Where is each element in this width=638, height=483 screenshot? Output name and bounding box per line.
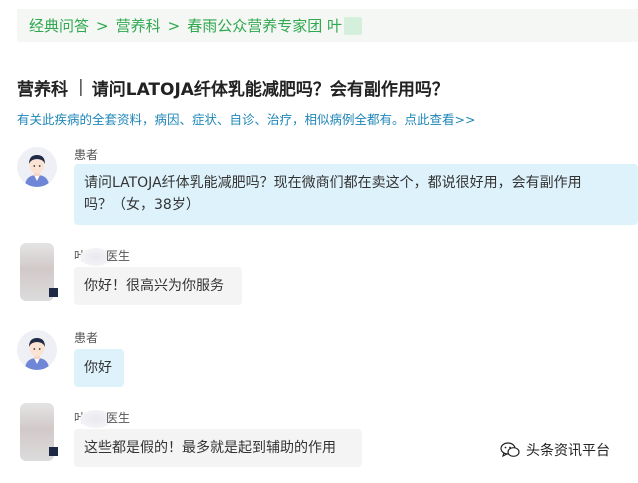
breadcrumb-item-team[interactable]: 春雨公众营养专家团 叶 xyxy=(187,15,342,36)
sender-name: 患者 xyxy=(74,331,99,345)
breadcrumb-separator: > xyxy=(96,16,109,35)
message-text: 这些都是假的！最多就是起到辅助的作用 xyxy=(84,440,336,456)
blurred-name-mask xyxy=(343,16,362,35)
patient-message-bubble: 你好 xyxy=(74,349,124,387)
doctor-name: 叶医生 xyxy=(74,247,130,266)
patient-avatar-icon xyxy=(17,147,57,187)
breadcrumb-separator: > xyxy=(167,16,181,35)
breadcrumb: 经典问答 > 营养科 > 春雨公众营养专家团 叶 xyxy=(17,9,638,42)
question-title: 请问LATOJA纤体乳能减肥吗？会有副作用吗？ xyxy=(91,79,449,100)
patient-message-bubble: 请问LATOJA纤体乳能减肥吗？现在微商们都在卖这个，都说很好用，会有副作用 吗… xyxy=(74,164,638,225)
patient-avatar xyxy=(17,147,57,187)
department-label: 营养科 xyxy=(17,79,68,100)
doctor-message-bubble: 你好！很高兴为你服务 xyxy=(74,267,242,305)
breadcrumb-item-department[interactable]: 营养科 xyxy=(116,15,161,36)
doctor-avatar xyxy=(20,403,58,461)
breadcrumb-item-qa[interactable]: 经典问答 xyxy=(29,15,89,36)
doctor-message-bubble: 这些都是假的！最多就是起到辅助的作用 xyxy=(74,429,362,467)
doctor-avatar xyxy=(20,243,58,301)
message-text: 你好！很高兴为你服务 xyxy=(84,278,224,294)
doctor-badge-icon xyxy=(49,288,58,297)
page-title: 营养科 | 请问LATOJA纤体乳能减肥吗？会有副作用吗？ xyxy=(17,74,449,100)
related-info-link[interactable]: 有关此疾病的全套资料，病因、症状、自诊、治疗，相似病例全都有。点此查看>> xyxy=(17,109,475,128)
watermark-text: 头条资讯平台 xyxy=(526,443,610,459)
wechat-icon xyxy=(500,442,520,458)
doctor-badge-icon xyxy=(49,447,58,456)
source-watermark: 头条资讯平台 xyxy=(500,440,610,460)
title-divider: | xyxy=(78,77,84,97)
doctor-name: 叶医生 xyxy=(74,409,130,428)
sender-name: 患者 xyxy=(74,148,99,162)
message-text-line: 吗？（女，38岁） xyxy=(84,197,200,213)
message-text: 你好 xyxy=(84,360,112,376)
patient-avatar-icon xyxy=(17,330,57,370)
message-text-line: 请问LATOJA纤体乳能减肥吗？现在微商们都在卖这个，都说很好用，会有副作用 xyxy=(84,175,582,191)
doctor-name-suffix: 医生 xyxy=(106,411,131,425)
patient-avatar xyxy=(17,330,57,370)
doctor-name-suffix: 医生 xyxy=(106,249,131,263)
